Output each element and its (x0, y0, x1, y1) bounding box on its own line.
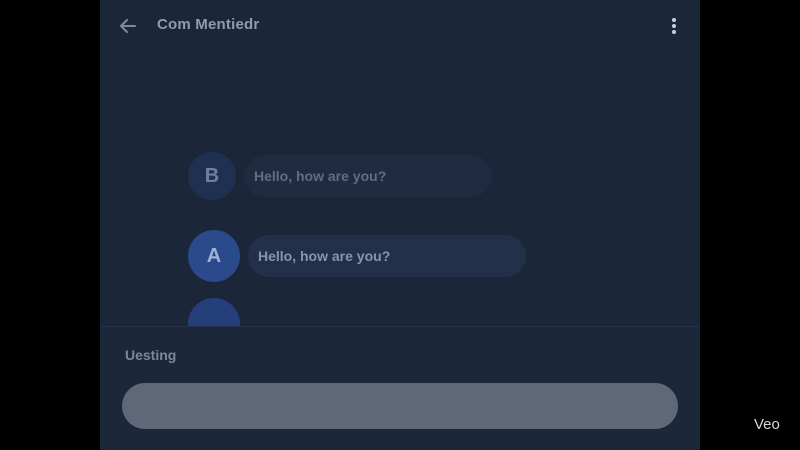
back-button[interactable] (116, 14, 140, 38)
message-item-partial (188, 298, 528, 350)
more-vertical-icon (672, 18, 676, 34)
watermark: Veo (754, 416, 780, 433)
avatar: A (188, 230, 240, 282)
top-app-bar: Com Mentiedr (100, 0, 700, 52)
composer-label: Uesting (125, 347, 177, 363)
message-text: Hello, how are you? (248, 235, 526, 277)
more-options-button[interactable] (664, 14, 684, 38)
divider (100, 326, 700, 327)
avatar: B (188, 152, 236, 200)
message-text: Hello, how are you? (244, 155, 492, 197)
message-item[interactable]: B Hello, how are you? (188, 150, 528, 202)
arrow-left-icon (120, 19, 136, 33)
message-item[interactable]: A Hello, how are you? (188, 230, 528, 282)
page-title: Com Mentiedr (157, 16, 260, 33)
message-input[interactable] (122, 383, 678, 429)
chat-screen: Com Mentiedr B Hello, how are you? A Hel… (100, 0, 700, 450)
